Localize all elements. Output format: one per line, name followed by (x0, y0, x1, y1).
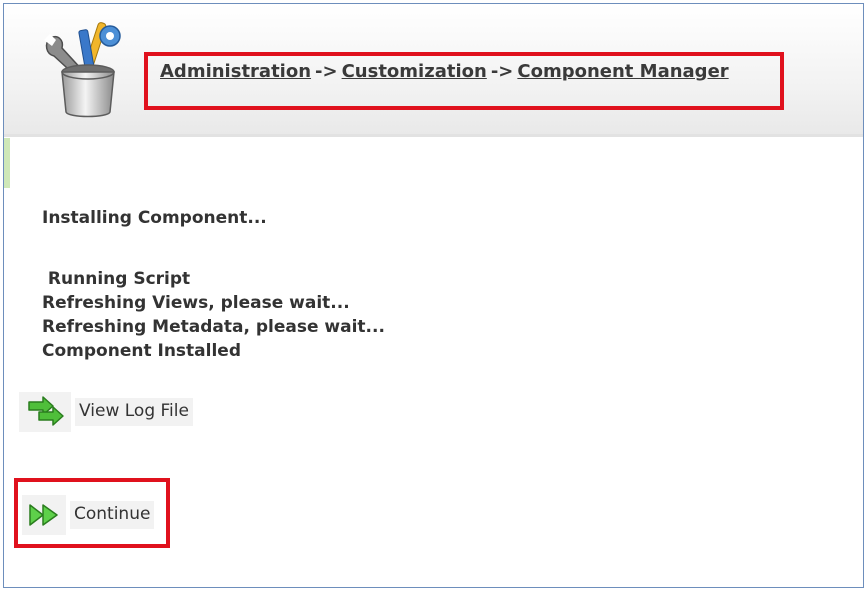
tools-cup-icon (44, 22, 121, 118)
breadcrumb-separator: -> (315, 61, 338, 82)
log-line: Refreshing Views, please wait... (42, 293, 350, 313)
log-line: Component Installed (42, 341, 241, 361)
breadcrumb-customization-link[interactable]: Customization (342, 61, 487, 82)
header-divider (4, 134, 863, 137)
log-line: Refreshing Metadata, please wait... (42, 317, 385, 337)
breadcrumb-administration-link[interactable]: Administration (160, 61, 311, 82)
window-frame: Administration -> Customization -> Component… (3, 3, 864, 588)
continue-label: Continue (70, 501, 155, 529)
fast-forward-icon (22, 495, 66, 535)
view-log-file-button[interactable]: View Log File (19, 392, 193, 432)
continue-button[interactable]: Continue (22, 495, 155, 535)
install-status-heading: Installing Component... (42, 208, 267, 228)
view-log-file-label: View Log File (75, 398, 193, 426)
breadcrumb-separator: -> (490, 61, 514, 82)
log-line: Running Script (42, 269, 191, 289)
install-log: Running Script Refreshing Views, please … (42, 267, 385, 363)
green-arrows-icon (19, 392, 71, 432)
breadcrumb-component-manager-link[interactable]: Component Manager (517, 61, 728, 82)
left-accent (4, 138, 10, 188)
breadcrumb: Administration -> Customization -> Component… (160, 61, 729, 82)
